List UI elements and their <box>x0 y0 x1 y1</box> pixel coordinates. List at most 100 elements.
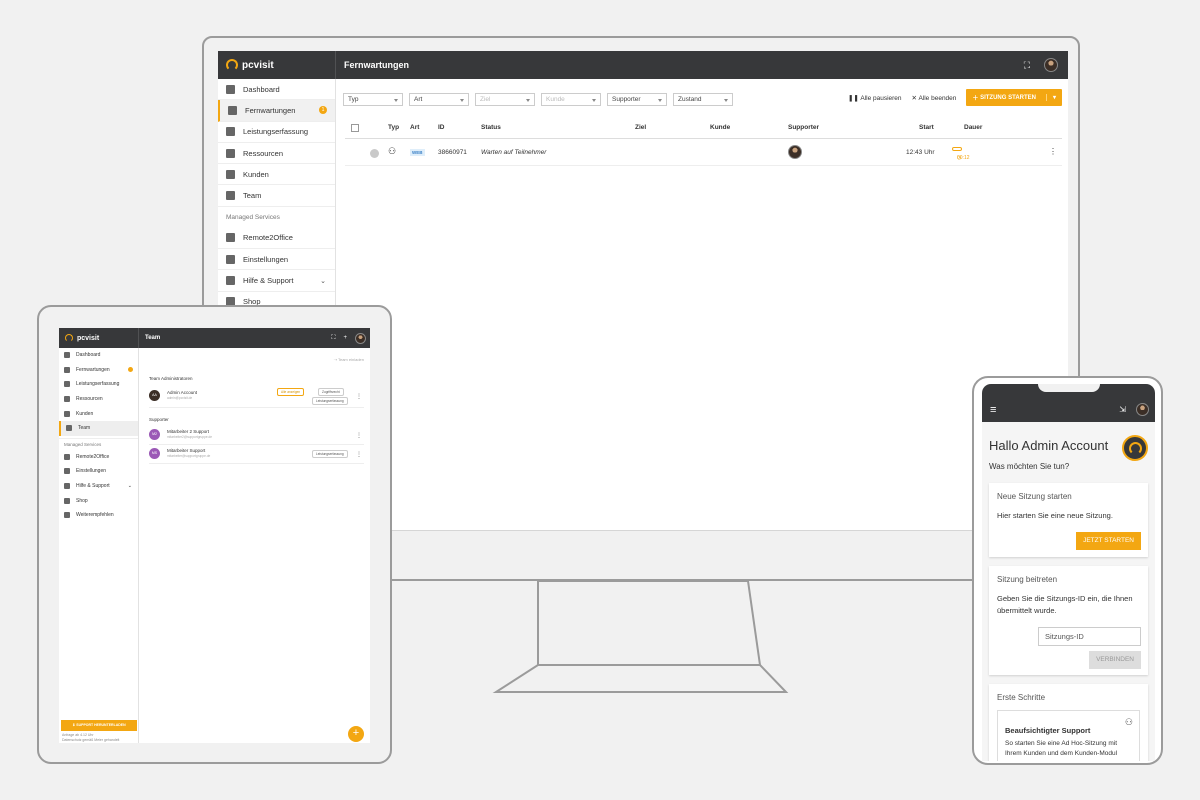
fullscreen-icon[interactable]: ⛶ <box>1024 60 1030 71</box>
select-all-checkbox[interactable] <box>351 124 359 132</box>
plus-icon[interactable]: + <box>343 335 347 341</box>
sidebar-item-ressourcen[interactable]: Ressourcen <box>59 392 138 407</box>
sidebar-item-label: Fernwartungen <box>76 366 110 373</box>
close-icon: ✕ <box>911 94 917 102</box>
end-all-label: Alle beenden <box>918 94 957 102</box>
add-user-icon: ⇢ <box>333 357 337 362</box>
more-icon[interactable]: ⋮ <box>356 393 362 400</box>
sidebar-item-ressourcen[interactable]: Ressourcen <box>218 143 335 165</box>
user-avatar[interactable] <box>355 332 366 344</box>
end-all-button[interactable]: ✕ Alle beenden <box>912 94 957 102</box>
filter-typ[interactable]: Typ <box>343 93 403 106</box>
sidebar-item-hilfe[interactable]: Hilfe & Support ⌄ <box>218 270 335 292</box>
sidebar-item-dashboard[interactable]: Dashboard <box>59 348 138 363</box>
collapse-icon[interactable]: ⇲ <box>1119 405 1126 414</box>
more-icon[interactable]: ⋮ <box>356 432 362 439</box>
col-art[interactable]: Art <box>410 124 419 131</box>
status-dot-icon <box>370 149 379 158</box>
sidebar-item-label: Leistungserfassung <box>76 381 120 388</box>
session-id: 38660971 <box>438 149 467 156</box>
connect-button[interactable]: VERBINDEN <box>1089 651 1141 669</box>
col-dauer[interactable]: Dauer <box>964 124 982 131</box>
sidebar-item-label: Leistungserfassung <box>243 127 309 137</box>
filter-zustand[interactable]: Zustand <box>673 93 733 106</box>
action-bar: ❚❚ Alle pausieren ✕ Alle beenden ＋ SITZU… <box>848 89 1062 106</box>
session-id-input[interactable]: Sitzungs-ID <box>1038 627 1141 646</box>
sidebar-item-kunden[interactable]: Kunden <box>59 406 138 421</box>
guide-card[interactable]: ⚇ Beaufsichtigter Support So starten Sie… <box>997 710 1140 761</box>
user-avatar[interactable] <box>1044 58 1058 72</box>
menu-icon[interactable]: ≡ <box>990 405 996 416</box>
sidebar-item-einstellungen[interactable]: Einstellungen <box>218 249 335 271</box>
join-session-card: Sitzung beitreten Geben Sie die Sitzungs… <box>989 566 1148 675</box>
top-bar: pcvisit Fernwartungen ⛶ <box>218 51 1068 79</box>
sidebar-item-shop[interactable]: Shop <box>59 493 138 508</box>
filter-supporter[interactable]: Supporter <box>607 93 667 106</box>
col-typ[interactable]: Typ <box>388 124 399 131</box>
sidebar-item-label: Ressourcen <box>243 148 284 158</box>
sidebar-item-einstellungen[interactable]: Einstellungen <box>59 464 138 479</box>
gear-icon <box>64 468 70 475</box>
count-badge: 1 <box>319 106 327 115</box>
col-id[interactable]: ID <box>438 124 445 131</box>
fullscreen-icon[interactable]: ⛶ <box>331 335 335 342</box>
member-name: Mitarbeiter 2 Support <box>167 429 210 434</box>
duration-value: 00:12 <box>957 155 970 161</box>
sidebar-item-label: Remote2Office <box>243 233 293 243</box>
chevron-down-icon[interactable]: ⌄ <box>128 483 132 489</box>
brand-logo[interactable]: pcvisit <box>218 51 336 79</box>
start-session-button[interactable]: ＋ SITZUNG STARTEN ▾ <box>966 89 1062 106</box>
more-icon[interactable]: ⋮ <box>1049 147 1057 156</box>
sidebar-item-remote2office[interactable]: Remote2Office <box>218 228 335 250</box>
user-avatar[interactable] <box>1136 403 1149 416</box>
filter-bar: Typ Art Ziel Kunde Supporter Zustand <box>343 93 733 106</box>
col-status[interactable]: Status <box>481 124 501 131</box>
download-support-button[interactable]: ⬇ SUPPORT HERUNTERLADEN <box>61 720 137 731</box>
more-icon[interactable]: ⋮ <box>356 451 362 458</box>
col-supporter[interactable]: Supporter <box>788 124 819 131</box>
dashboard-icon <box>64 352 70 359</box>
logo-icon <box>65 334 73 342</box>
sidebar-item-leistungserfassung[interactable]: Leistungserfassung <box>218 122 335 143</box>
member-name: Admin Account <box>167 390 198 395</box>
sidebar-item-team[interactable]: Team <box>218 185 335 207</box>
start-now-button[interactable]: JETZT STARTEN <box>1076 532 1141 550</box>
sidebar-item-label: Kunden <box>76 410 94 417</box>
brand-logo[interactable]: pcvisit <box>59 328 139 348</box>
sidebar-item-team[interactable]: Team <box>59 420 138 436</box>
invite-team-link[interactable]: ⇢ Team einladen <box>334 357 364 362</box>
sidebar-item-label: Ressourcen <box>76 396 103 403</box>
sidebar-item-hilfe[interactable]: Hilfe & Support ⌄ <box>59 479 138 494</box>
list-item[interactable]: MS Mitarbeiter Support mitarbeiter@suppo… <box>149 446 364 464</box>
sidebar-item-dashboard[interactable]: Dashboard <box>218 79 335 101</box>
list-item[interactable]: AA Admin Account admin@pcvisit.de Alle a… <box>149 388 364 408</box>
chevron-down-icon[interactable]: ▾ <box>1045 94 1056 101</box>
col-ziel[interactable]: Ziel <box>635 124 646 131</box>
list-item[interactable]: M2 Mitarbeiter 2 Support mitarbeiter2@su… <box>149 427 364 445</box>
avatar: M2 <box>149 429 160 440</box>
filter-art[interactable]: Art <box>409 93 469 106</box>
table-row[interactable]: ⚇ WEB 38660971 Warten auf Teilnehmer 12:… <box>345 140 1062 166</box>
add-button[interactable]: + <box>348 726 364 742</box>
filter-ziel[interactable]: Ziel <box>475 93 535 106</box>
col-start[interactable]: Start <box>919 124 934 131</box>
plus-icon: ＋ <box>972 96 979 102</box>
chevron-down-icon[interactable]: ⌄ <box>320 277 326 285</box>
sidebar-item-label: Hilfe & Support <box>76 483 110 490</box>
pause-all-button[interactable]: ❚❚ Alle pausieren <box>848 94 902 102</box>
filter-kunde[interactable]: Kunde <box>541 93 601 106</box>
sidebar-item-weiterempfehlen[interactable]: Weiterempfehlen <box>59 508 138 523</box>
sidebar-item-label: Einstellungen <box>243 254 289 264</box>
people-icon <box>66 425 72 432</box>
sidebar-item-fernwartungen[interactable]: Fernwartungen <box>59 363 138 378</box>
help-icon <box>226 276 235 286</box>
col-kunde[interactable]: Kunde <box>710 124 730 131</box>
sidebar-item-fernwartungen[interactable]: Fernwartungen 1 <box>218 100 335 122</box>
pause-icon: ❚❚ <box>847 94 859 102</box>
footer-line: Datenschutz gemäß Meier gehandelt <box>62 738 120 742</box>
sidebar-item-leistungserfassung[interactable]: Leistungserfassung <box>59 377 138 392</box>
supporter-heading: Supporter <box>149 417 169 422</box>
sidebar-item-remote2office[interactable]: Remote2Office <box>59 450 138 465</box>
sidebar-item-kunden[interactable]: Kunden <box>218 164 335 186</box>
page-title: Fernwartungen <box>344 60 410 70</box>
